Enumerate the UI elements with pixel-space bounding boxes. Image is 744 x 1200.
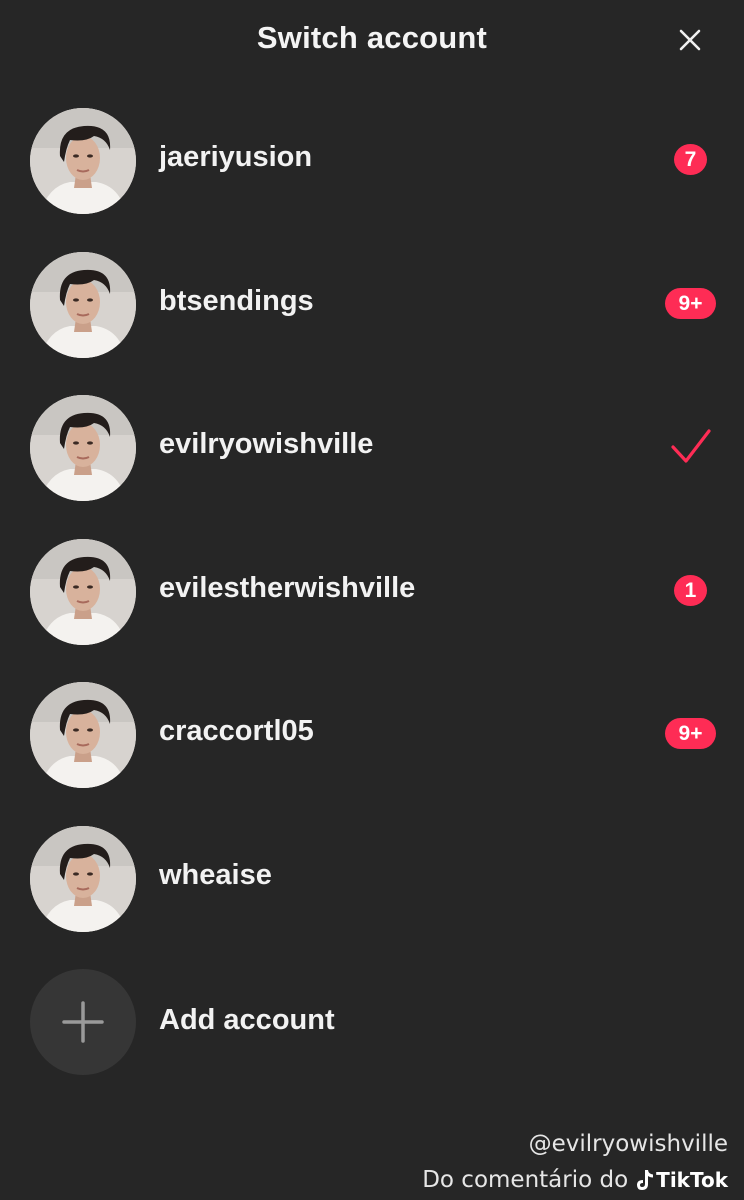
account-username: wheaise <box>159 858 272 891</box>
notification-badge: 9+ <box>665 718 716 750</box>
header: Switch account <box>0 0 744 78</box>
avatar <box>30 538 136 645</box>
account-username: evilryowishville <box>159 428 374 461</box>
watermark-caption: Do comentário do <box>422 1167 629 1193</box>
watermark-caption-line: Do comentário do TikTok <box>422 1162 728 1198</box>
add-account-circle <box>30 969 136 1075</box>
account-username: craccortl05 <box>159 715 314 748</box>
account-list: jaeriyusion 7 btsendings 9+ evilryowishv… <box>0 88 744 950</box>
avatar <box>30 682 136 789</box>
account-row-btsendings[interactable]: btsendings 9+ <box>0 232 744 376</box>
watermark-handle: @evilryowishville <box>528 1131 728 1157</box>
plus-icon <box>62 1001 104 1043</box>
account-username: jaeriyusion <box>159 141 313 173</box>
account-row-wheaise[interactable]: wheaise <box>0 806 744 950</box>
tiktok-logo: TikTok <box>636 1162 728 1198</box>
account-row-jaeriyusion[interactable]: jaeriyusion 7 <box>0 88 744 232</box>
checkmark-icon <box>671 429 711 463</box>
page-title: Switch account <box>256 20 488 55</box>
close-button[interactable] <box>672 22 708 58</box>
notification-badge: 1 <box>674 574 707 606</box>
account-row-evilryowishville[interactable]: evilryowishville <box>0 375 744 519</box>
avatar <box>30 825 136 932</box>
add-account-label: Add account <box>159 1004 335 1036</box>
close-icon <box>679 29 701 51</box>
add-account-button[interactable]: Add account <box>0 966 744 1076</box>
notification-badge: 7 <box>674 144 707 175</box>
account-username: btsendings <box>159 284 314 317</box>
avatar <box>30 251 136 358</box>
watermark: @evilryowishville Do comentário do TikTo… <box>422 1126 728 1198</box>
avatar <box>30 395 136 502</box>
account-row-craccortl05[interactable]: craccortl05 9+ <box>0 662 744 806</box>
account-username: evilestherwishville <box>159 571 416 604</box>
avatar <box>30 108 136 214</box>
account-row-evilestherwishville[interactable]: evilestherwishville 1 <box>0 519 744 663</box>
notification-badge: 9+ <box>665 287 716 319</box>
tiktok-note-icon <box>637 1170 654 1190</box>
tiktok-logo-text: TikTok <box>656 1168 728 1192</box>
